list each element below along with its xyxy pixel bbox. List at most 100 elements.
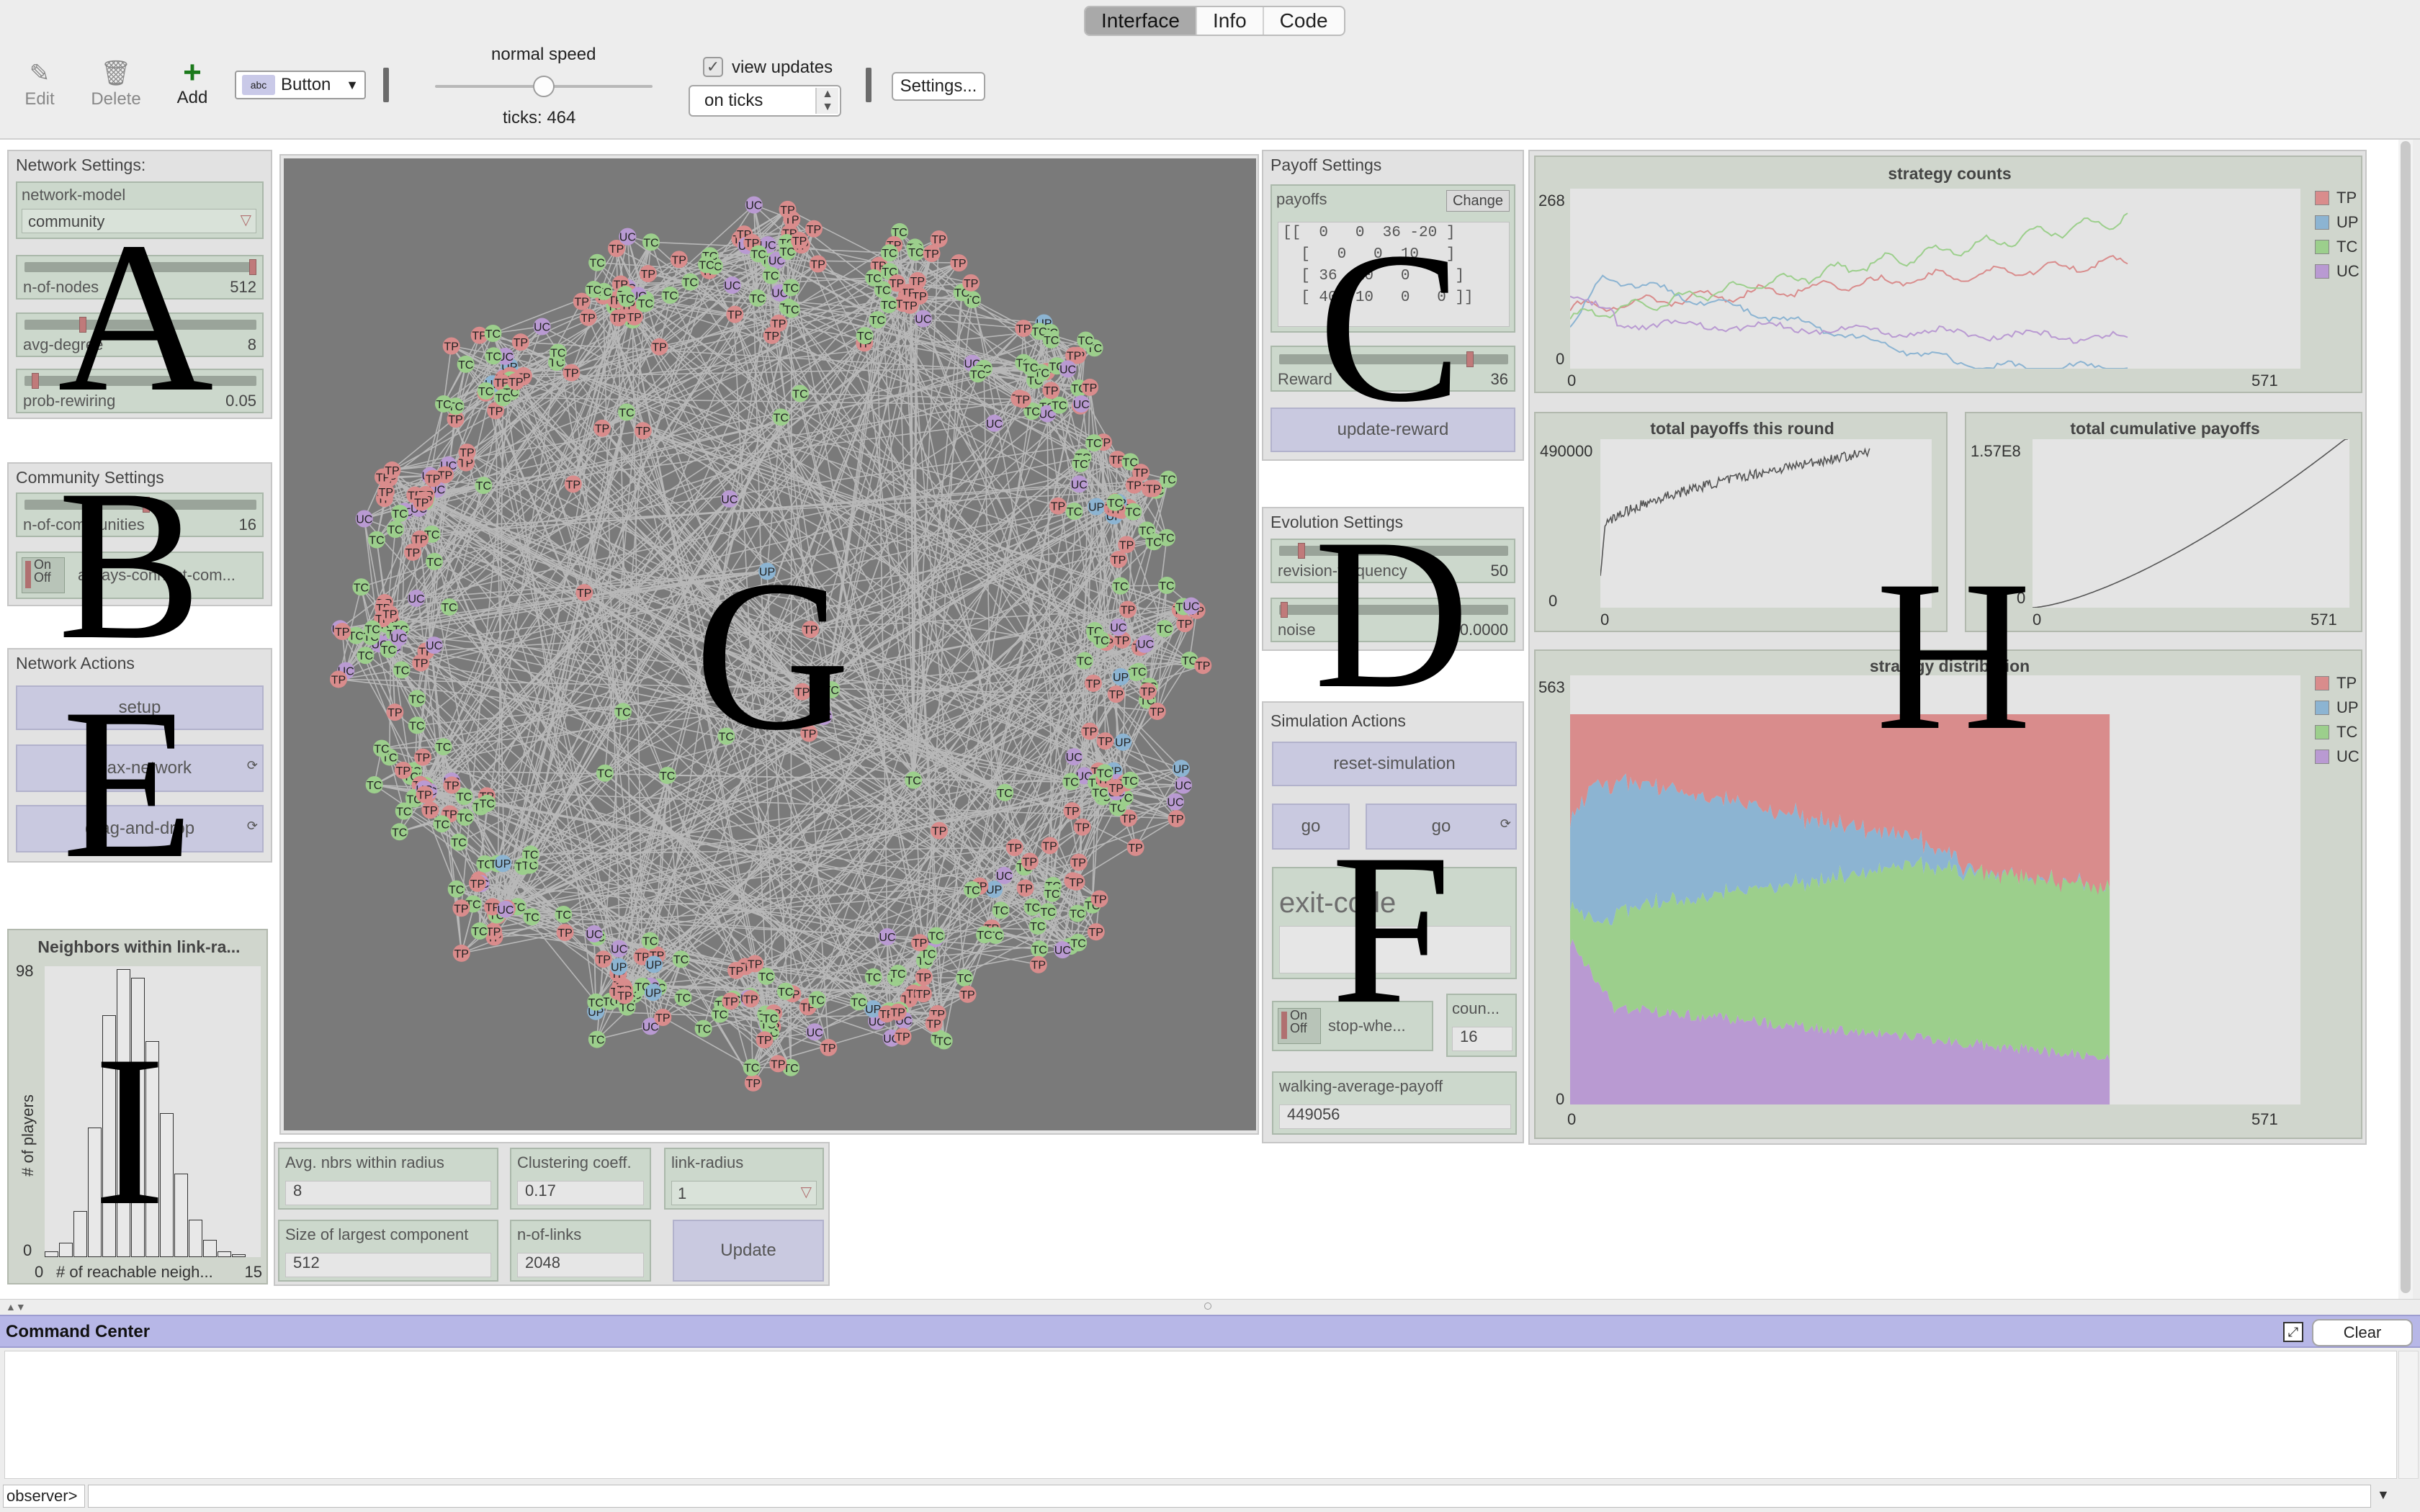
node-label: TC [1131,667,1146,679]
widget-type-select[interactable]: abc Button ▼ [235,71,366,99]
node-label: TP [414,498,429,510]
network-node: TP [726,305,744,323]
node-label: TP [405,547,420,559]
network-node: TC [587,993,605,1011]
tab-interface[interactable]: Interface [1085,7,1196,35]
network-node: TP [416,786,434,804]
histogram-ymin: 0 [23,1241,32,1259]
clear-button[interactable]: Clear [2312,1319,2413,1346]
node-label: UP [646,959,662,971]
node-label: TP [1169,814,1183,826]
node-label: TC [751,248,766,261]
network-node: TP [931,822,949,840]
node-label: TP [891,1007,905,1020]
slider-handle[interactable] [32,373,39,389]
strategy-counts-ymin: 0 [1556,350,1565,368]
tab-info[interactable]: Info [1195,7,1263,35]
node-label: TC [393,508,408,521]
network-node: TP [1096,732,1114,750]
node-label: UC [356,513,372,526]
update-mode-select[interactable]: on ticks ▲ ▼ [689,85,841,117]
node-label: UP [1173,763,1189,775]
network-node: TC [1106,493,1124,511]
node-label: UC [1054,945,1071,957]
speed-slider-knob[interactable] [533,76,555,97]
command-center-title: Command Center [6,1322,151,1341]
node-label: TP [771,1058,785,1071]
node-label: TC [882,248,897,260]
tab-code[interactable]: Code [1262,7,1344,35]
network-node: TP [1084,674,1102,692]
node-label: TP [931,234,946,246]
on-off-switch[interactable]: On Off [1278,1008,1321,1044]
count-input[interactable]: coun... 16 [1446,994,1517,1057]
reset-simulation-button[interactable]: reset-simulation [1272,742,1517,786]
node-label: TP [1128,842,1142,855]
scrollbar-thumb[interactable] [2401,141,2411,1293]
link-radius-chooser[interactable]: link-radius 1 ▽ [664,1148,824,1210]
command-output[interactable] [4,1351,2397,1479]
node-label: TP [636,426,650,438]
node-label: TP [1044,385,1058,397]
vertical-scrollbar[interactable] [2398,140,2413,1299]
network-node: UC [878,928,896,946]
network-node: TP [962,274,980,292]
node-label: TC [676,993,691,1005]
node-label: TC [457,812,472,824]
node-label: TC [478,386,493,398]
edit-button[interactable]: ✎ Edit [22,59,58,109]
tc-swatch [2315,240,2329,254]
node-label: TP [810,258,825,271]
annotation-letter-c: C [1318,207,1463,446]
tc-swatch [2315,725,2329,739]
network-node: TC [869,311,887,329]
node-label: TC [588,997,604,1009]
slider-handle[interactable] [1298,543,1305,559]
collapse-arrows-icon[interactable]: ▲▼ [6,1301,26,1313]
network-node: TC [1160,470,1178,488]
observer-prompt[interactable]: observer> [3,1485,85,1508]
node-label: TC [396,806,411,818]
network-node: TC [658,766,676,784]
reward-value: 36 [1490,370,1508,388]
network-node: TP [556,924,574,942]
output-scrollbar[interactable] [2398,1351,2419,1479]
node-label: TP [1016,323,1031,336]
command-input[interactable] [88,1485,2371,1508]
splitter-handle-icon[interactable] [1204,1302,1211,1310]
strategy-counts-plot: strategy counts 268 0 0 571 TP UP TC UC [1534,156,2362,393]
network-node: TP [442,337,460,355]
node-label: TP [514,337,528,349]
add-button[interactable]: + Add [173,55,212,108]
node-label: TC [1044,335,1059,347]
node-label: TP [757,1035,771,1047]
splitter-bar[interactable]: ▲▼ [0,1299,2420,1315]
node-label: TP [627,312,642,324]
slider-handle[interactable] [1281,602,1288,618]
network-node: TC [1043,884,1061,902]
switch-handle[interactable] [1281,1012,1287,1039]
plus-icon: + [183,55,202,90]
network-node: UC [533,318,551,336]
network-node: TC [523,908,541,926]
node-label: TP [1075,822,1089,834]
network-node: UP [645,955,663,973]
widget-type-label: Button [281,75,331,94]
node-label: TC [589,258,604,270]
node-label: TP [792,235,807,248]
delete-button[interactable]: 🗑 Delete [91,59,141,109]
update-button[interactable]: Update [673,1220,824,1282]
node-label: TP [652,342,666,354]
network-node: TC [372,739,390,757]
switch-handle[interactable] [25,561,31,588]
node-label: TC [1067,506,1082,518]
node-label: TP [508,377,523,389]
history-chevron-icon[interactable]: ▼ [2377,1488,2390,1503]
count-value[interactable]: 16 [1452,1027,1512,1051]
view-updates-checkbox[interactable]: ✓ [703,57,723,77]
settings-button[interactable]: Settings... [892,72,985,101]
slider-handle[interactable] [1466,351,1474,367]
network-node: TP [820,1038,838,1056]
slider-handle[interactable] [249,259,256,275]
expand-icon[interactable]: ⤢ [2283,1322,2303,1342]
